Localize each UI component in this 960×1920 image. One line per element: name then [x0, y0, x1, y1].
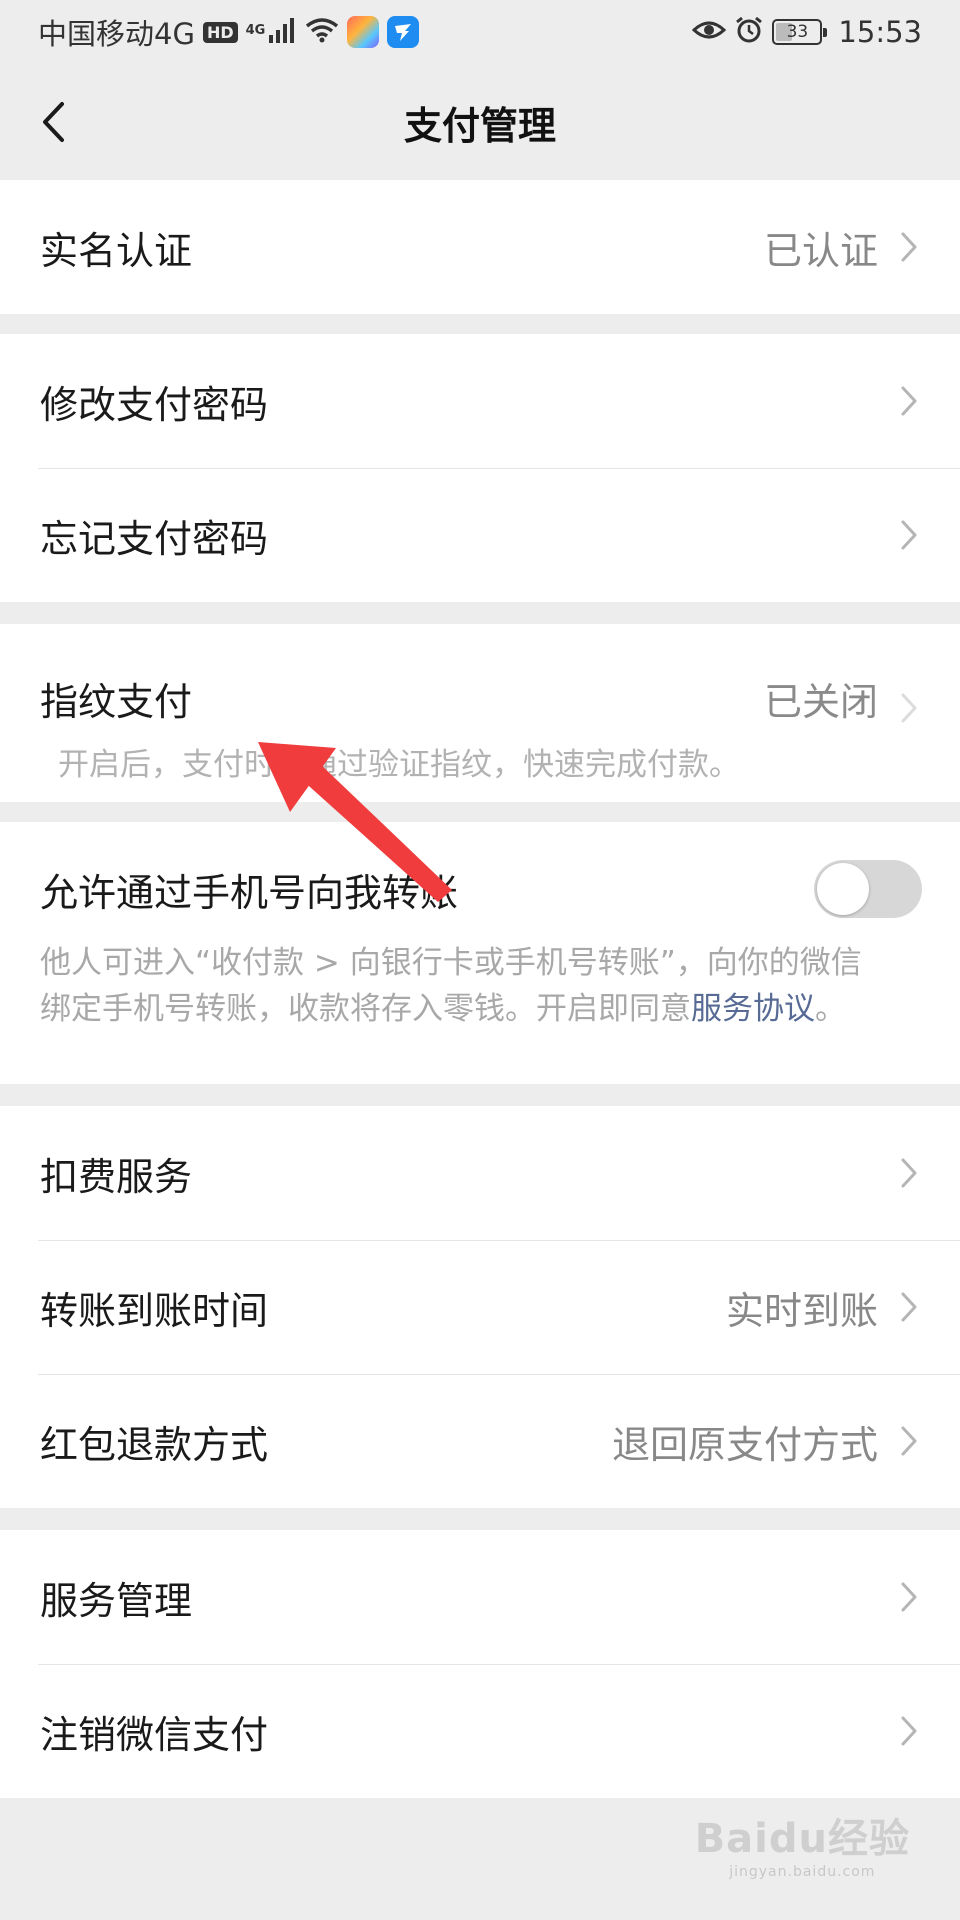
fingerprint-status: 已关闭	[763, 680, 878, 724]
realname-label: 实名认证	[40, 228, 193, 273]
chevron-right-icon	[900, 229, 922, 265]
transfer-arrival-time-value: 实时到账	[725, 1288, 878, 1333]
page-title: 支付管理	[403, 103, 556, 148]
battery-icon: 33	[772, 19, 828, 45]
network-type-label: 4G	[245, 23, 266, 38]
dingtalk-icon	[387, 16, 420, 48]
realname-status: 已认证	[763, 228, 878, 273]
deduction-service-row[interactable]: 扣费服务	[0, 1106, 960, 1240]
signal-icon	[269, 17, 297, 47]
red-packet-refund-label: 红包退款方式	[40, 1422, 269, 1467]
status-bar: 中国移动4G HD 4G 33 15:53	[0, 0, 960, 64]
app-notification-icon	[347, 16, 380, 48]
back-button[interactable]	[28, 94, 78, 150]
phone-transfer-group: 允许通过手机号向我转账 他人可进入“收付款 > 向银行卡或手机号转账”，向你的微…	[0, 822, 960, 1084]
alarm-icon	[734, 15, 764, 49]
baidu-watermark: Baidu经验 jingyan.baidu.com	[695, 1806, 910, 1880]
chevron-right-icon	[900, 517, 922, 553]
watermark-url: jingyan.baidu.com	[729, 1864, 876, 1880]
fingerprint-row[interactable]: 指纹支付 已关闭	[0, 624, 960, 736]
password-group: 修改支付密码 忘记支付密码	[0, 334, 960, 602]
chevron-left-icon	[43, 102, 64, 142]
red-packet-refund-value: 退回原支付方式	[611, 1422, 878, 1467]
realname-group: 实名认证 已认证	[0, 180, 960, 314]
eye-icon	[692, 18, 727, 46]
service-management-label: 服务管理	[40, 1578, 193, 1623]
phone-transfer-row: 允许通过手机号向我转账	[0, 822, 960, 956]
transfer-arrival-time-label: 转账到账时间	[40, 1288, 269, 1333]
navigation-bar: 支付管理	[0, 64, 960, 180]
deregister-wechat-pay-row[interactable]: 注销微信支付	[0, 1664, 960, 1798]
transfer-arrival-time-row[interactable]: 转账到账时间 实时到账	[0, 1240, 960, 1374]
realname-row[interactable]: 实名认证 已认证	[0, 180, 960, 314]
fingerprint-label: 指纹支付	[40, 680, 193, 724]
phone-transfer-description-text: 绑定手机号转账，收款将存入零钱。开启即同意	[40, 991, 691, 1027]
forgot-password-row[interactable]: 忘记支付密码	[0, 468, 960, 602]
description-suffix: 。	[815, 991, 846, 1027]
watermark-logo-text: Baidu经验	[694, 1816, 910, 1862]
status-left: 中国移动4G HD 4G	[38, 11, 420, 53]
battery-percent: 33	[786, 22, 809, 42]
fingerprint-group: 指纹支付 已关闭 开启后，支付时可通过验证指纹，快速完成付款。	[0, 624, 960, 802]
chevron-right-icon	[900, 690, 922, 726]
fingerprint-description: 开启后，支付时可通过验证指纹，快速完成付款。	[58, 747, 740, 783]
red-packet-refund-row[interactable]: 红包退款方式 退回原支付方式	[0, 1374, 960, 1508]
chevron-right-icon	[900, 1713, 922, 1749]
carrier-label: 中国移动4G	[38, 17, 195, 51]
phone-transfer-description-line2: 绑定手机号转账，收款将存入零钱。开启即同意服务协议。	[40, 986, 960, 1032]
clock: 15:53	[838, 15, 922, 49]
manage-group: 服务管理 注销微信支付	[0, 1530, 960, 1798]
services-group: 扣费服务 转账到账时间 实时到账 红包退款方式 退回原支付方式	[0, 1106, 960, 1508]
chevron-right-icon	[900, 1289, 922, 1325]
chevron-right-icon	[900, 1155, 922, 1191]
change-password-label: 修改支付密码	[40, 382, 269, 427]
service-management-row[interactable]: 服务管理	[0, 1530, 960, 1664]
forgot-password-label: 忘记支付密码	[40, 516, 269, 561]
hd-badge: HD	[202, 21, 238, 43]
phone-transfer-toggle[interactable]	[814, 860, 922, 918]
chevron-right-icon	[900, 383, 922, 419]
deduction-service-label: 扣费服务	[40, 1154, 193, 1199]
change-password-row[interactable]: 修改支付密码	[0, 334, 960, 468]
chevron-right-icon	[900, 1579, 922, 1615]
status-right: 33 15:53	[692, 15, 922, 49]
chevron-right-icon	[900, 1423, 922, 1459]
deregister-wechat-pay-label: 注销微信支付	[40, 1712, 269, 1757]
service-agreement-link[interactable]: 服务协议	[691, 991, 815, 1027]
phone-transfer-label: 允许通过手机号向我转账	[40, 870, 459, 915]
wifi-icon	[305, 17, 339, 47]
toggle-knob	[817, 863, 869, 915]
